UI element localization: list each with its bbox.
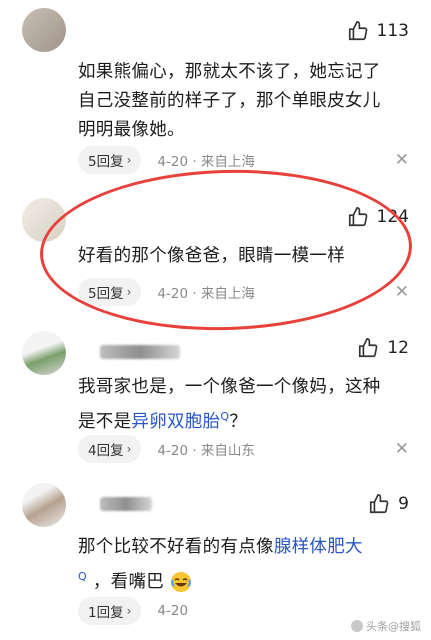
watermark: 头条@搜狐 — [351, 618, 421, 634]
comment-meta: 5回复 › 4-20 · 来自上海 ✕ — [78, 278, 409, 306]
comment-1: 113 如果熊偏心，那就太不该了，她忘记了 自己没整前的样子了，那个单眼皮女儿 … — [0, 0, 431, 190]
close-icon[interactable]: ✕ — [395, 150, 409, 170]
comment-line: 自己没整前的样子了，那个单眼皮女儿 — [78, 91, 381, 111]
comment-3: 12 我哥家也是，一个像爸一个像妈，这种 是不是异卵双胞胎Q？ 4回复 › 4-… — [0, 325, 431, 475]
comment-line: 如果熊偏心，那就太不该了，她忘记了 — [78, 62, 381, 82]
like-button[interactable]: 12 — [357, 337, 409, 359]
username-blurred[interactable] — [100, 497, 152, 511]
crying-laughing-emoji-icon — [170, 571, 191, 592]
date-location: 4-20 · 来自山东 — [157, 443, 255, 459]
like-button[interactable]: 9 — [368, 493, 409, 515]
reply-button[interactable]: 5回复 › — [78, 146, 142, 174]
comment-line: 明明最像她。 — [78, 120, 185, 140]
close-icon[interactable]: ✕ — [395, 282, 409, 302]
comment-4: 9 那个比较不好看的有点像腺样体肥大 Q ，看嘴巴 1回复 › 4-20 — [0, 475, 431, 640]
watermark-text: 头条@搜狐 — [366, 620, 421, 633]
chevron-right-icon: › — [126, 285, 132, 299]
like-count: 124 — [376, 207, 409, 227]
search-link[interactable]: 异卵双胞胎 — [131, 412, 220, 432]
thumbs-up-icon — [370, 494, 389, 514]
avatar[interactable] — [22, 198, 66, 242]
date-location: 4-20 · 来自上海 — [157, 154, 255, 170]
like-button[interactable]: 124 — [347, 206, 409, 228]
close-icon[interactable]: ✕ — [395, 439, 409, 459]
avatar[interactable] — [22, 8, 66, 52]
reply-label: 1回复 — [88, 605, 124, 621]
chevron-right-icon: › — [126, 604, 132, 618]
comment-line: 好看的那个像爸爸，眼睛一模一样 — [78, 246, 345, 266]
comment-meta: 4回复 › 4-20 · 来自山东 ✕ — [78, 435, 409, 463]
like-count: 113 — [376, 21, 409, 41]
thumbs-up-icon — [359, 338, 378, 358]
comment-text[interactable]: 那个比较不好看的有点像腺样体肥大 Q ，看嘴巴 — [78, 533, 409, 597]
comment-text[interactable]: 我哥家也是，一个像爸一个像妈，这种 是不是异卵双胞胎Q？ — [78, 373, 409, 437]
comment-text[interactable]: 好看的那个像爸爸，眼睛一模一样 — [78, 242, 409, 271]
like-count: 12 — [387, 338, 409, 358]
date-location: 4-20 · 来自上海 — [157, 286, 255, 302]
reply-button[interactable]: 1回复 › — [78, 597, 142, 625]
comment-line: Q ，看嘴巴 — [78, 562, 409, 597]
comment-text[interactable]: 如果熊偏心，那就太不该了，她忘记了 自己没整前的样子了，那个单眼皮女儿 明明最像… — [78, 58, 409, 145]
comment-line: 我哥家也是，一个像爸一个像妈，这种 — [78, 377, 381, 397]
avatar[interactable] — [22, 331, 66, 375]
reply-label: 5回复 — [88, 286, 124, 302]
text-segment: 那个比较不好看的有点像 — [78, 537, 274, 557]
thumbs-up-icon — [348, 21, 367, 41]
search-mark-icon[interactable]: Q — [78, 570, 87, 583]
like-button[interactable]: 113 — [347, 20, 409, 42]
username-blurred[interactable] — [100, 345, 180, 359]
comment-line: 那个比较不好看的有点像腺样体肥大 — [78, 533, 409, 562]
comment-2: 124 好看的那个像爸爸，眼睛一模一样 5回复 › 4-20 · 来自上海 ✕ — [0, 190, 431, 325]
thumbs-up-icon — [348, 207, 367, 227]
comment-meta: 5回复 › 4-20 · 来自上海 ✕ — [78, 146, 409, 174]
comment-line: 是不是异卵双胞胎Q？ — [78, 402, 409, 437]
chevron-right-icon: › — [126, 153, 132, 167]
like-count: 9 — [398, 494, 409, 514]
text-segment: ，看嘴巴 — [92, 571, 165, 592]
date-location: 4-20 — [157, 603, 189, 619]
chevron-right-icon: › — [126, 442, 132, 456]
text-segment: 是不是 — [78, 411, 132, 432]
reply-button[interactable]: 5回复 › — [78, 278, 142, 306]
reply-label: 5回复 — [88, 154, 124, 170]
avatar[interactable] — [22, 483, 66, 527]
watermark-logo-icon — [351, 620, 363, 632]
text-segment: ？ — [229, 411, 248, 432]
search-link[interactable]: 腺样体肥大 — [274, 537, 363, 557]
reply-button[interactable]: 4回复 › — [78, 435, 142, 463]
reply-label: 4回复 — [88, 443, 124, 459]
